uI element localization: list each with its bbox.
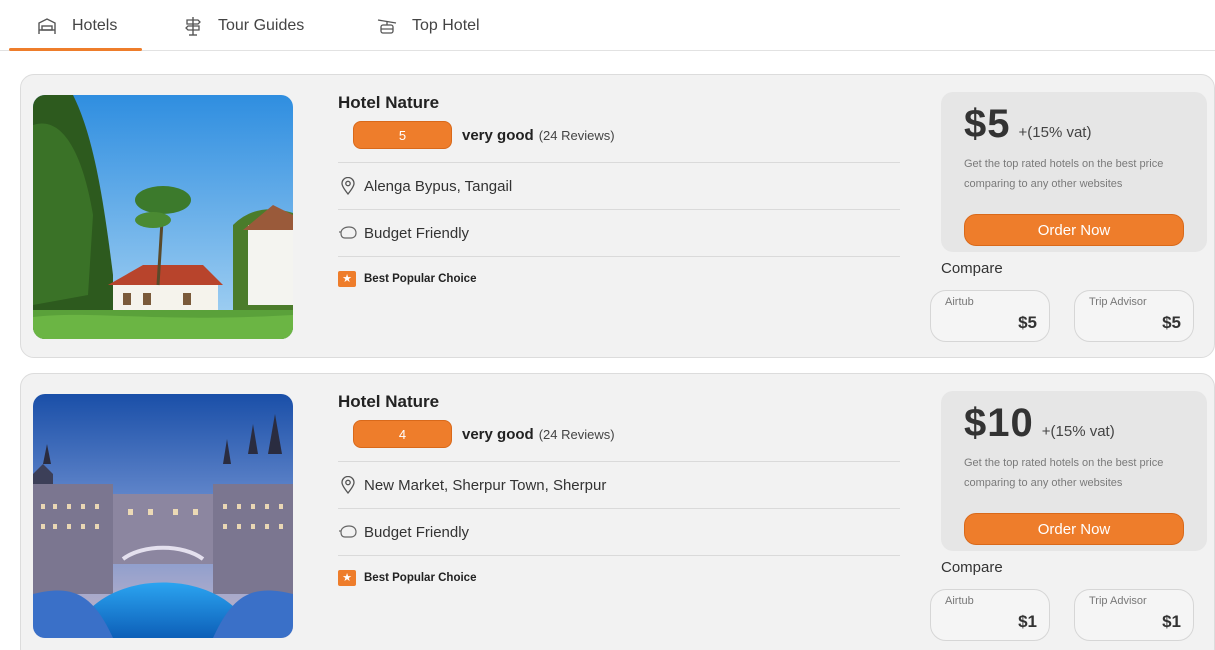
- price-line: $5 +(15% vat): [964, 102, 1091, 147]
- tab-label: Tour Guides: [218, 16, 305, 34]
- price-description: Get the top rated hotels on the best pri…: [964, 457, 1164, 489]
- badge-text: Best Popular Choice: [364, 272, 477, 285]
- compare-trip-advisor[interactable]: Trip Advisor $5: [1074, 290, 1194, 342]
- feature-text: Budget Friendly: [364, 224, 470, 242]
- bed-icon: [36, 15, 58, 37]
- tab-top-hotel[interactable]: Top Hotel: [376, 0, 480, 51]
- location-row: Alenga Bypus, Tangail: [338, 162, 900, 209]
- hotel-info: Hotel Nature 5 very good (24 Reviews) Al…: [338, 93, 900, 300]
- rating-badge: 5: [353, 121, 452, 149]
- location-row: New Market, Sherpur Town, Sherpur: [338, 461, 900, 508]
- compare-site-name: Airtub: [945, 595, 974, 607]
- hotel-name[interactable]: Hotel Nature: [338, 93, 900, 115]
- tab-tour-guides[interactable]: Tour Guides: [182, 0, 304, 51]
- location-text: Alenga Bypus, Tangail: [364, 177, 513, 195]
- badge-text: Best Popular Choice: [364, 571, 477, 584]
- compare-airtub[interactable]: Airtub $1: [930, 589, 1050, 641]
- compare-label: Compare: [941, 559, 1003, 576]
- badge-row: ★ Best Popular Choice: [338, 555, 900, 599]
- compare-site-price: $5: [1018, 313, 1037, 332]
- feature-text: Budget Friendly: [364, 523, 470, 541]
- order-now-button[interactable]: Order Now: [964, 513, 1184, 545]
- location-pin-icon: [338, 475, 358, 495]
- active-tab-indicator: [9, 48, 142, 51]
- rating-row: 4 very good (24 Reviews): [338, 419, 900, 449]
- price-box: $10 +(15% vat) Get the top rated hotels …: [941, 391, 1207, 551]
- tab-hotels[interactable]: Hotels: [36, 0, 117, 51]
- hotel-photo[interactable]: [33, 394, 293, 638]
- rating-label: very good: [462, 126, 534, 144]
- hotel-card: Hotel Nature 5 very good (24 Reviews) Al…: [20, 74, 1215, 358]
- compare-site-name: Airtub: [945, 296, 974, 308]
- price-amount: $5: [964, 102, 1011, 146]
- cable-car-icon: [376, 15, 398, 37]
- compare-label: Compare: [941, 260, 1003, 277]
- price-vat: +(15% vat): [1018, 124, 1092, 141]
- compare-site-name: Trip Advisor: [1089, 296, 1147, 308]
- hotel-info: Hotel Nature 4 very good (24 Reviews) Ne…: [338, 392, 900, 599]
- price-box: $5 +(15% vat) Get the top rated hotels o…: [941, 92, 1207, 252]
- rating-badge: 4: [353, 420, 452, 448]
- compare-site-name: Trip Advisor: [1089, 595, 1147, 607]
- compare-site-price: $1: [1162, 612, 1181, 631]
- feature-row: Budget Friendly: [338, 209, 900, 256]
- price-amount: $10: [964, 401, 1034, 445]
- tab-label: Top Hotel: [412, 16, 480, 34]
- star-badge-icon: ★: [338, 270, 356, 287]
- star-badge-icon: ★: [338, 569, 356, 586]
- compare-site-price: $5: [1162, 313, 1181, 332]
- piggy-bank-icon: [338, 522, 358, 542]
- price-description: Get the top rated hotels on the best pri…: [964, 158, 1164, 190]
- compare-site-price: $1: [1018, 612, 1037, 631]
- compare-airtub[interactable]: Airtub $5: [930, 290, 1050, 342]
- compare-trip-advisor[interactable]: Trip Advisor $1: [1074, 589, 1194, 641]
- rating-row: 5 very good (24 Reviews): [338, 120, 900, 150]
- location-pin-icon: [338, 176, 358, 196]
- category-tabs: Hotels Tour Guides Top Hotel: [0, 0, 1215, 51]
- badge-row: ★ Best Popular Choice: [338, 256, 900, 300]
- feature-row: Budget Friendly: [338, 508, 900, 555]
- price-line: $10 +(15% vat): [964, 401, 1115, 446]
- review-count[interactable]: (24 Reviews): [539, 427, 615, 442]
- signpost-icon: [182, 15, 204, 37]
- order-now-button[interactable]: Order Now: [964, 214, 1184, 246]
- location-text: New Market, Sherpur Town, Sherpur: [364, 476, 607, 494]
- hotel-photo[interactable]: [33, 95, 293, 339]
- hotel-name[interactable]: Hotel Nature: [338, 392, 900, 414]
- piggy-bank-icon: [338, 223, 358, 243]
- price-vat: +(15% vat): [1041, 423, 1115, 440]
- review-count[interactable]: (24 Reviews): [539, 128, 615, 143]
- rating-label: very good: [462, 425, 534, 443]
- hotel-card: Hotel Nature 4 very good (24 Reviews) Ne…: [20, 373, 1215, 650]
- tab-label: Hotels: [72, 16, 118, 34]
